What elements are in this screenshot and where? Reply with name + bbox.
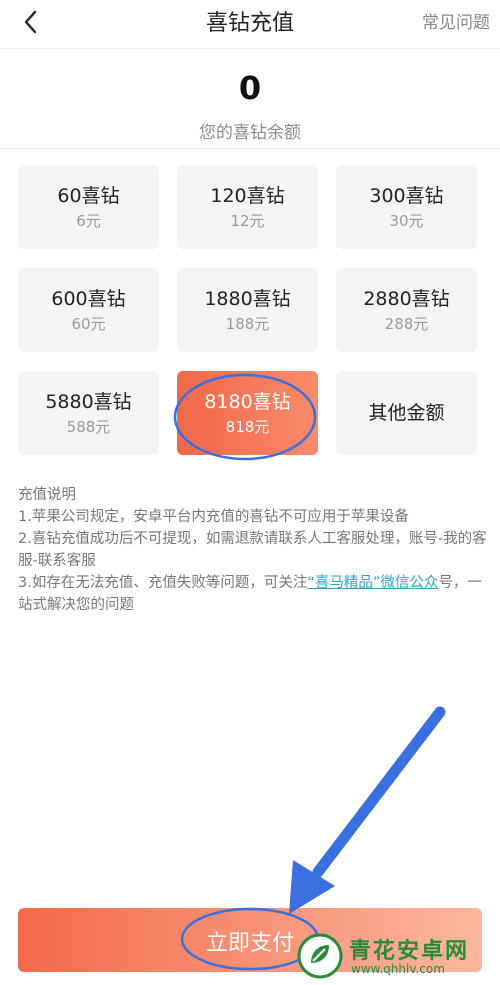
package-price: 12元 [230,212,265,230]
notes-line: 2.喜钻充值成功后不可提现，如需退款请联系人工客服处理，账号-我的客服-联系客服 [18,531,487,569]
package-amount: 2880喜钻 [363,288,450,310]
package-amount: 60喜钻 [57,185,120,207]
package-option-600[interactable]: 600喜钻 60元 [18,268,159,352]
package-option-1880[interactable]: 1880喜钻 188元 [177,268,318,352]
package-price: 288元 [384,315,429,333]
watermark-name: 青花安卓网 [349,939,470,964]
pointer-arrow-shaft [312,706,446,878]
package-price: 188元 [225,315,270,333]
recharge-notes: 充值说明 1.苹果公司规定，安卓平台内充值的喜钻不可应用于苹果设备 2.喜钻充值… [18,484,488,616]
balance-label: 您的喜钻余额 [199,123,301,143]
package-price: 588元 [66,418,111,436]
notes-text: 3.如存在无法充值、充值失败等问题，可关注 [18,575,308,591]
balance-value: 0 [238,69,262,107]
wechat-account-link[interactable]: “喜马精品”微信公众 [307,575,438,591]
faq-link[interactable]: 常见问题 [422,8,490,33]
package-option-8180-selected[interactable]: 8180喜钻 818元 [177,371,318,455]
package-option-other-amount[interactable]: 其他金额 [336,371,477,455]
balance-section: 0 您的喜钻余额 [0,68,500,143]
package-amount: 5880喜钻 [45,391,132,413]
watermark-url: www.qhhlv.com [351,962,445,976]
package-option-120[interactable]: 120喜钻 12元 [177,165,318,249]
top-bar: 喜钻充值 常见问题 [0,0,500,49]
pointer-arrow-head [289,860,335,914]
package-price: 60元 [71,315,106,333]
leaf-logo-icon [297,933,343,979]
divider [0,148,500,149]
package-amount: 其他金额 [368,402,445,424]
package-option-5880[interactable]: 5880喜钻 588元 [18,371,159,455]
package-price: 818元 [225,418,270,436]
notes-title: 充值说明 [18,487,76,503]
package-price: 30元 [389,212,424,230]
package-amount: 600喜钻 [51,288,126,310]
package-amount: 120喜钻 [210,185,285,207]
site-watermark: 青花安卓网 www.qhhlv.com [297,933,492,979]
notes-line: 1.苹果公司规定，安卓平台内充值的喜钻不可应用于苹果设备 [18,509,409,525]
notes-line: 3.如存在无法充值、充值失败等问题，可关注“喜马精品”微信公众号，一站式解决您的… [18,572,488,616]
package-option-2880[interactable]: 2880喜钻 288元 [336,268,477,352]
package-option-300[interactable]: 300喜钻 30元 [336,165,477,249]
package-amount: 8180喜钻 [204,391,291,413]
package-amount: 1880喜钻 [204,288,291,310]
package-amount: 300喜钻 [369,185,444,207]
package-price: 6元 [76,212,101,230]
package-option-60[interactable]: 60喜钻 6元 [18,165,159,249]
